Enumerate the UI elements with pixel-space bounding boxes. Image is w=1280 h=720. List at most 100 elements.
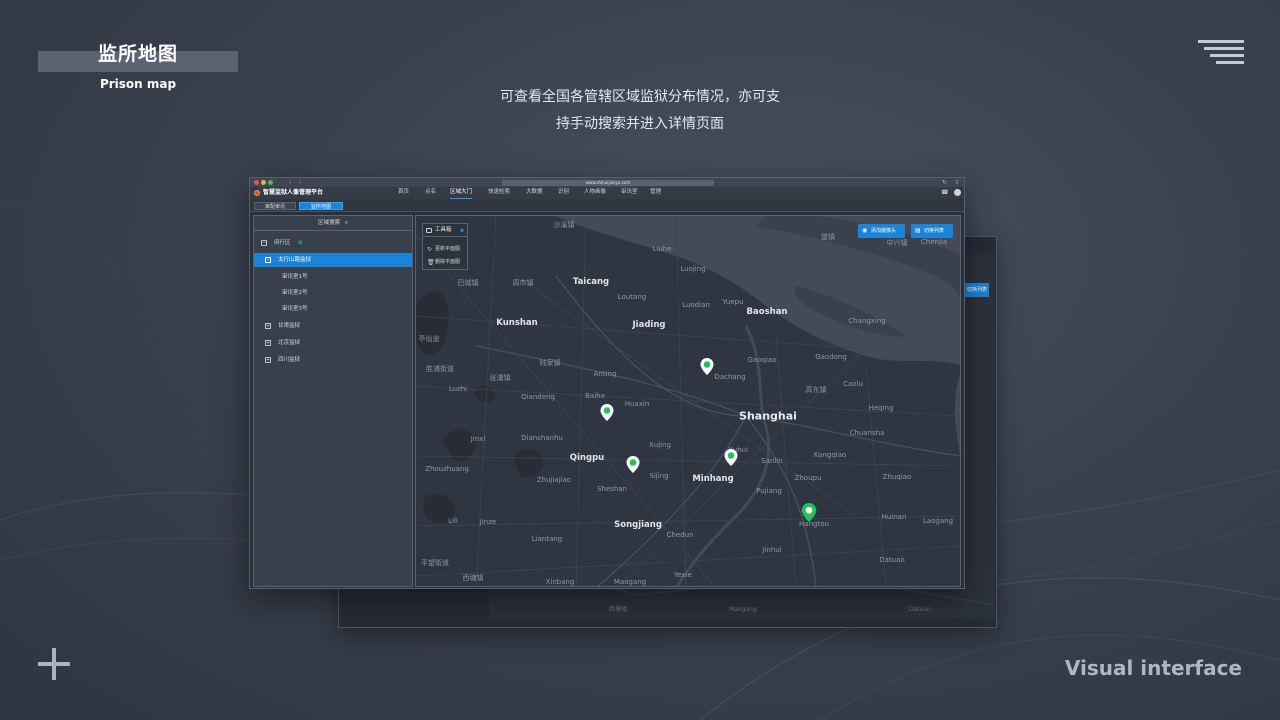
trash-icon: 🗑 [427,259,435,266]
nav-quick-search[interactable]: 快速检索 [488,187,510,198]
map-label: Huinan [881,513,907,521]
map-label: Xinbang [545,578,575,586]
nav-recognition[interactable]: 识别 [558,187,569,198]
map-label: Zhuqiao [882,473,912,481]
window-minimize-dot[interactable] [261,180,266,185]
tree-item-selected-prison[interactable]: − 太行山路监狱 [254,253,412,267]
bell-icon[interactable]: ☎ [941,189,948,196]
prison-location-pin[interactable] [724,449,738,466]
map-label: Dachang [714,373,746,381]
map-label: Minhang [692,474,734,484]
prison-location-pin[interactable] [700,358,714,375]
area-sidebar: 区域搜索 ⌕ − 闵行区 ≋ − 太行山路监狱 审讯室1号 审讯室2号 审讯室3… [253,215,413,587]
nav-management[interactable]: 管理 [650,187,661,198]
toolbox-item-label: 删除平面图 [435,259,461,265]
tab-prison-map[interactable]: 监所地图 [299,202,343,210]
map-label: 高东镇 [805,386,827,394]
prison-label: 甘肃监狱 [278,323,301,329]
nav-big-data[interactable]: 大数据 [526,187,543,198]
tree-item-prison[interactable]: + 四川监狱 [254,353,412,367]
map-label: Pujiang [756,487,782,495]
map-label: 中兴镇 [886,239,908,247]
map-label: Huaxin [624,400,650,408]
map-label: Chedun [666,531,694,539]
app-header: 智慧监狱人像管理平台 首页 点名 区域大门 快速检索 大数据 识别 人物画像 审… [250,187,964,199]
tree-root-district[interactable]: − 闵行区 ≋ [254,236,412,250]
nav-person-profile[interactable]: 人物画像 [584,187,606,198]
window-maximize-dot[interactable] [268,180,273,185]
sidebar-header-label: 区域搜索 [318,220,341,226]
prison-map[interactable]: 沙溪镇 堡镇 中兴镇 Chenjia Liuhe Luojing 巴城镇 周市镇… [415,215,961,587]
tree-root-label: 闵行区 [274,240,291,246]
collapse-icon[interactable]: − [265,257,271,263]
map-label: Zhujiajiao [536,476,572,484]
map-label: Dianshanhu [521,434,563,442]
map-label: Jinhui [762,546,782,554]
toolbox-item-label: 更新平面图 [435,246,461,252]
toolbox-header[interactable]: 工具箱 ▲ [423,224,467,237]
plus-icon[interactable] [38,648,70,680]
page-title: 监所地图 [97,43,178,65]
sidebar-header[interactable]: 区域搜索 ⌕ [254,216,412,231]
toolbox-delete-floorplan[interactable]: 🗑 删除平面图 [423,256,467,269]
map-label: Yexie [674,571,692,579]
menu-icon[interactable] [1198,40,1244,66]
nav-home[interactable]: 首页 [398,187,409,198]
add-camera-button[interactable]: ◉ 添加摄像头 [858,224,905,238]
switch-list-button[interactable]: ▤ 切换列表 [911,224,953,238]
map-label: Datuan [879,556,905,564]
map-label: Kangqiao [813,451,847,459]
share-icon[interactable]: ⇧ [955,179,960,186]
tree-item-prison[interactable]: + 甘肃监狱 [254,319,412,333]
background-switch-list-button: 切换列表 [965,283,989,297]
map-label: Chuansha [849,429,885,437]
tree-item-room[interactable]: 审讯室2号 [254,286,412,300]
map-label: Baoshan [746,307,788,317]
map-label: Qingpu [569,453,605,463]
map-label: Maogang [613,578,647,586]
toolbox-update-floorplan[interactable]: ↻ 更新平面图 [423,243,467,256]
page-description: 可查看全国各管辖区域监狱分布情况，亦可支 持手动搜索并进入详情页面 [440,84,840,138]
description-line-1: 可查看全国各管辖区域监狱分布情况，亦可支 [500,89,780,105]
map-label: 周市镇 [512,279,534,287]
prison-location-pin[interactable] [626,456,640,473]
prison-location-pin[interactable] [600,404,614,421]
browser-url-bar[interactable]: www.zhihuijianyu.com [502,179,714,186]
map-toolbox: 工具箱 ▲ ↻ 更新平面图 🗑 删除平面图 [422,223,468,270]
map-label: Luzhi [448,385,468,393]
user-avatar-icon[interactable] [954,189,961,196]
map-label: Jinxi [470,435,486,443]
tree-item-room[interactable]: 审讯室1号 [254,270,412,284]
page-subtitle: Prison map [99,77,177,91]
expand-icon[interactable]: + [265,323,271,329]
tree-item-room[interactable]: 审讯室3号 [254,302,412,316]
map-label: Jinze [479,518,497,526]
nav-area-gate[interactable]: 区域大门 [450,187,473,199]
search-icon[interactable]: ⌕ [345,220,348,226]
map-label: 西塘镇 [462,574,484,582]
map-label: 张浦镇 [489,374,511,382]
switch-list-label: 切换列表 [924,228,945,234]
map-label: Heqing [868,404,894,412]
caret-up-icon[interactable]: ▲ [460,224,464,237]
map-label: Laogang [922,517,954,525]
map-label-shanghai: Shanghai [739,409,797,423]
expand-icon[interactable]: + [265,340,271,346]
window-close-dot[interactable] [254,180,259,185]
selected-prison-pin[interactable] [801,503,817,522]
map-label: Loutang [617,293,647,301]
collapse-icon[interactable]: − [261,240,267,246]
nav-rollcall[interactable]: 点名 [425,187,436,198]
camera-icon: ◉ [862,227,868,234]
tree-item-prison[interactable]: + 北京监狱 [254,336,412,350]
reload-icon[interactable]: ↻ [942,179,947,186]
expand-icon[interactable]: + [265,357,271,363]
nav-interrogation[interactable]: 审讯室 [621,187,638,198]
map-label: Songjiang [614,520,662,530]
browser-nav-arrows-icon[interactable]: ‹ › [289,179,305,186]
map-label: Chenjia [920,238,948,246]
map-label: Qiandeng [521,393,555,401]
refresh-icon: ↻ [427,246,433,253]
prison-label: 四川监狱 [278,357,301,363]
tab-review-interrogation[interactable]: 审配审讯 [254,202,296,210]
